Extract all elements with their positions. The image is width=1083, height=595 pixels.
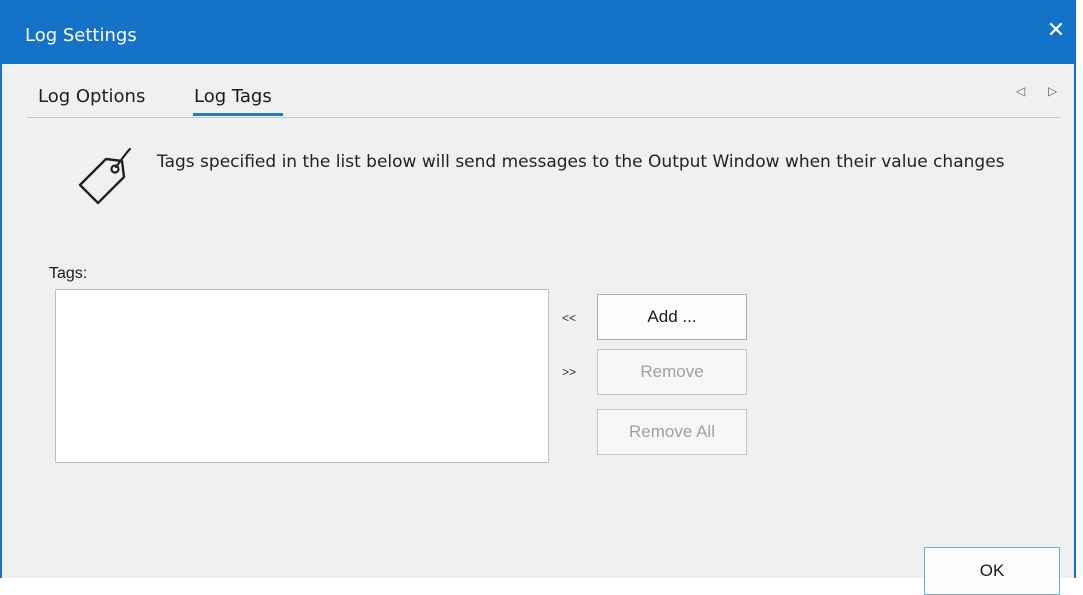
remove-button[interactable]: Remove	[597, 349, 747, 395]
tags-listbox[interactable]	[55, 289, 549, 463]
active-tab-indicator	[193, 113, 283, 116]
tab-log-tags[interactable]: Log Tags	[194, 86, 272, 107]
info-message: Tags specified in the list below will se…	[157, 152, 1005, 172]
add-arrow-indicator: <<	[562, 311, 577, 325]
tab-strip: Log Options Log Tags	[2, 64, 1074, 120]
tab-log-options[interactable]: Log Options	[38, 86, 145, 107]
window-title: Log Settings	[25, 25, 137, 46]
close-button[interactable]: ✕	[1036, 10, 1076, 50]
tab-scroll-left-icon[interactable]: ◁	[1016, 84, 1025, 98]
add-button[interactable]: Add ...	[597, 294, 747, 340]
tags-label: Tags:	[49, 265, 88, 282]
remove-arrow-indicator: >>	[562, 365, 577, 379]
tag-icon	[78, 147, 132, 205]
tab-scroll-right-icon[interactable]: ▷	[1048, 84, 1057, 98]
remove-all-button[interactable]: Remove All	[597, 409, 747, 455]
log-settings-dialog: Log Settings ✕ Log Options Log Tags ◁ ▷ …	[0, 0, 1076, 595]
tab-divider	[27, 117, 1060, 118]
title-bar: Log Settings ✕	[0, 0, 1076, 64]
close-icon: ✕	[1046, 17, 1066, 42]
ok-button[interactable]: OK	[924, 547, 1060, 595]
